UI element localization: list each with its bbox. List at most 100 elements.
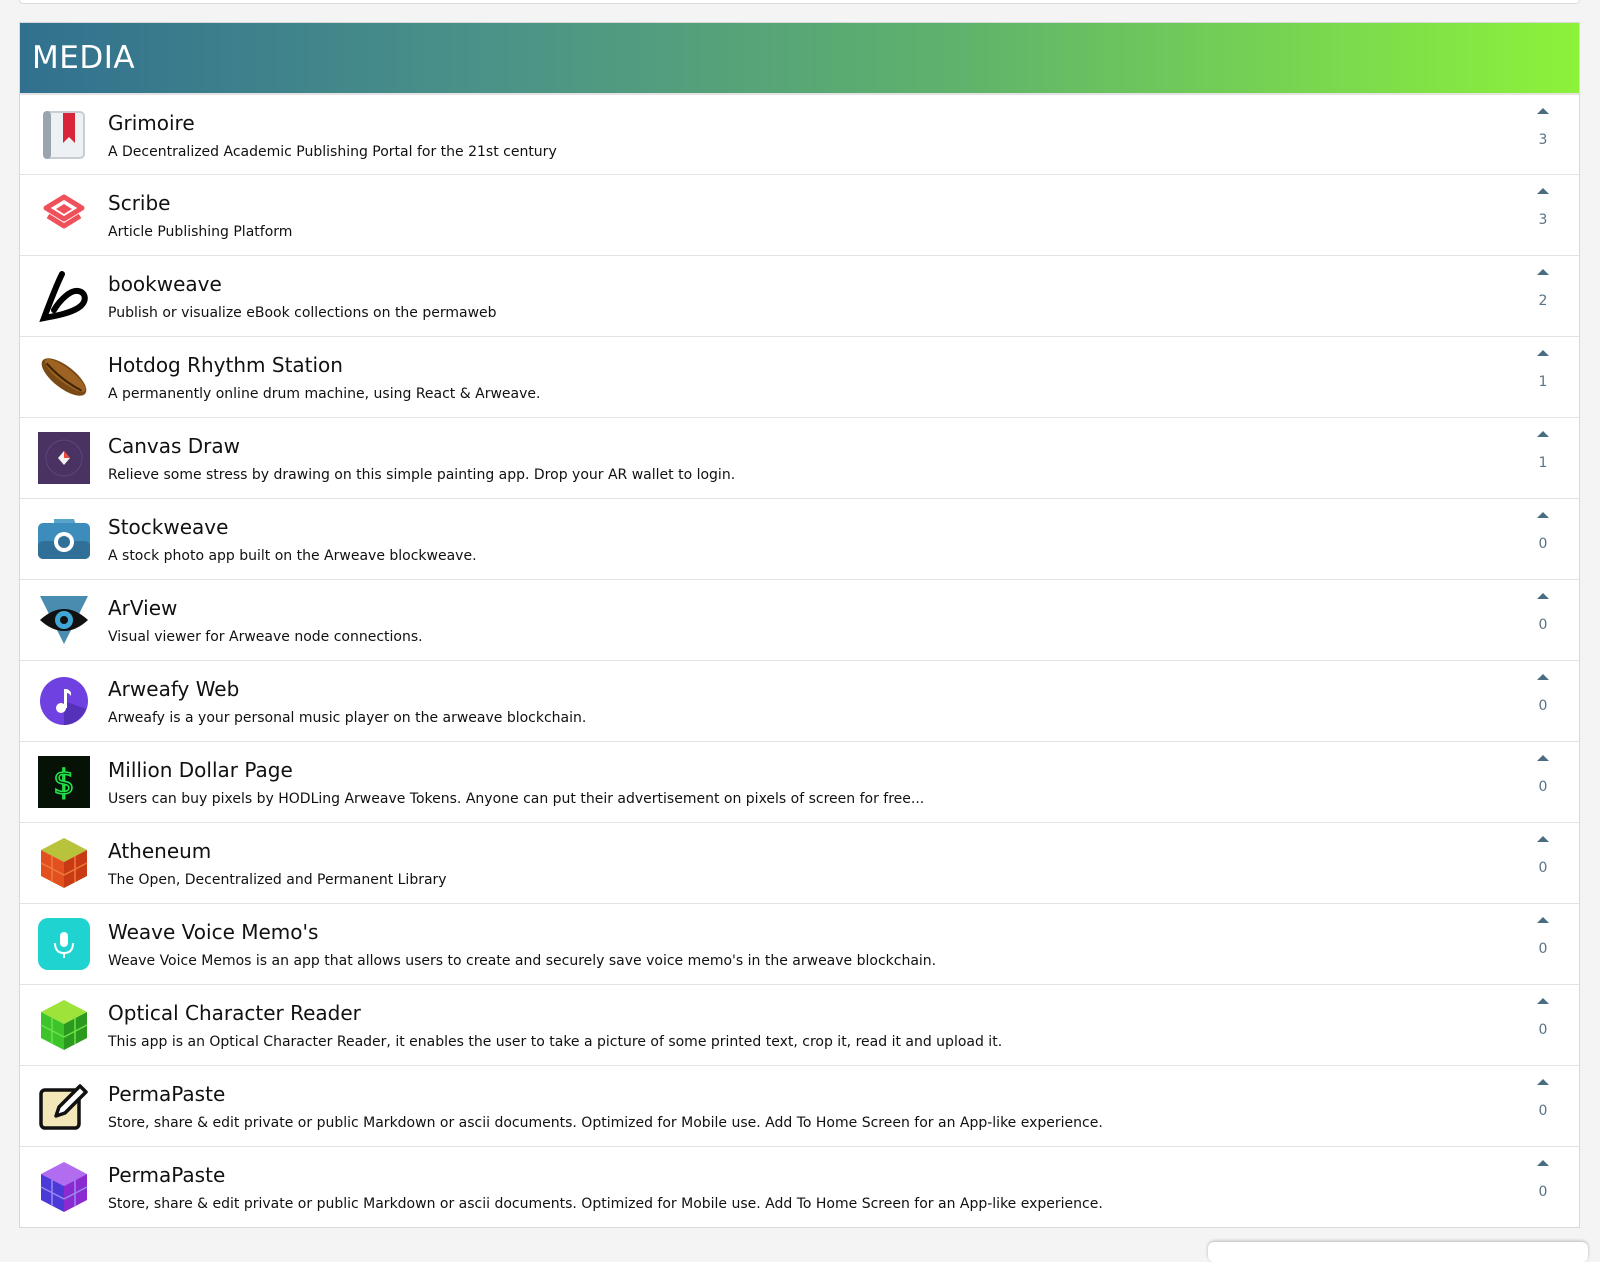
upvote-icon[interactable]	[1537, 1079, 1549, 1085]
vote-widget: 0	[1533, 1157, 1553, 1200]
vote-count: 0	[1538, 617, 1548, 633]
upvote-icon[interactable]	[1537, 755, 1549, 761]
app-name[interactable]: Canvas Draw	[108, 434, 240, 458]
previous-section-card	[19, 0, 1580, 4]
app-name[interactable]: Scribe	[108, 191, 170, 215]
app-name[interactable]: Million Dollar Page	[108, 758, 293, 782]
vote-widget: 0	[1533, 1076, 1553, 1119]
app-list-item[interactable]: Atheneum The Open, Decentralized and Per…	[20, 822, 1579, 903]
vote-count: 2	[1538, 293, 1548, 309]
app-list-item[interactable]: Stockweave A stock photo app built on th…	[20, 498, 1579, 579]
floating-card-edge	[1208, 1242, 1588, 1262]
app-name[interactable]: Weave Voice Memo's	[108, 920, 318, 944]
app-name[interactable]: Hotdog Rhythm Station	[108, 353, 343, 377]
app-description: This app is an Optical Character Reader,…	[108, 1034, 1003, 1050]
upvote-icon[interactable]	[1537, 674, 1549, 680]
upvote-icon[interactable]	[1537, 108, 1549, 114]
vote-count: 3	[1538, 212, 1548, 228]
vote-count: 0	[1538, 536, 1548, 552]
vote-widget: 0	[1533, 671, 1553, 714]
purple-cube-icon	[38, 1161, 90, 1213]
app-name[interactable]: Arweafy Web	[108, 677, 239, 701]
vote-widget: 0	[1533, 752, 1553, 795]
vote-count: 0	[1538, 698, 1548, 714]
app-name[interactable]: Grimoire	[108, 111, 195, 135]
vote-count: 0	[1538, 1184, 1548, 1200]
app-list-item[interactable]: PermaPaste Store, share & edit private o…	[20, 1065, 1579, 1146]
app-name[interactable]: PermaPaste	[108, 1163, 225, 1187]
green-cube-icon	[38, 999, 90, 1051]
app-list-item[interactable]: $ Million Dollar Page Users can buy pixe…	[20, 741, 1579, 822]
dollar-sign-icon: $	[38, 756, 90, 808]
vote-widget: 3	[1533, 105, 1553, 148]
app-name[interactable]: Optical Character Reader	[108, 1001, 361, 1025]
vote-count: 0	[1538, 1103, 1548, 1119]
upvote-icon[interactable]	[1537, 917, 1549, 923]
upvote-icon[interactable]	[1537, 998, 1549, 1004]
app-description: A Decentralized Academic Publishing Port…	[108, 144, 557, 160]
section-header: MEDIA	[20, 23, 1579, 93]
vote-count: 0	[1538, 860, 1548, 876]
upvote-icon[interactable]	[1537, 431, 1549, 437]
vote-count: 0	[1538, 1022, 1548, 1038]
letter-b-icon	[38, 270, 90, 322]
vote-widget: 0	[1533, 995, 1553, 1038]
vote-widget: 0	[1533, 833, 1553, 876]
edit-pencil-icon	[38, 1080, 90, 1132]
upvote-icon[interactable]	[1537, 350, 1549, 356]
microphone-icon	[38, 918, 90, 970]
vote-count: 0	[1538, 941, 1548, 957]
app-list-item[interactable]: PermaPaste Store, share & edit private o…	[20, 1146, 1579, 1227]
vote-count: 1	[1538, 374, 1548, 390]
app-description: Store, share & edit private or public Ma…	[108, 1115, 1103, 1131]
vote-count: 1	[1538, 455, 1548, 471]
media-section: MEDIA Grimoire A Decentralized Academic …	[19, 22, 1580, 1228]
app-list-item[interactable]: Scribe Article Publishing Platform 3	[20, 174, 1579, 255]
app-name[interactable]: PermaPaste	[108, 1082, 225, 1106]
app-list-item[interactable]: Arweafy Web Arweafy is a your personal m…	[20, 660, 1579, 741]
section-title: MEDIA	[32, 40, 136, 76]
red-cube-icon	[38, 837, 90, 889]
app-description: Article Publishing Platform	[108, 224, 293, 240]
vote-count: 0	[1538, 779, 1548, 795]
app-list-item[interactable]: Hotdog Rhythm Station A permanently onli…	[20, 336, 1579, 417]
upvote-icon[interactable]	[1537, 269, 1549, 275]
vote-widget: 1	[1533, 428, 1553, 471]
upvote-icon[interactable]	[1537, 512, 1549, 518]
app-description: Arweafy is a your personal music player …	[108, 710, 587, 726]
vote-widget: 2	[1533, 266, 1553, 309]
vote-widget: 0	[1533, 509, 1553, 552]
book-bookmark-icon	[38, 109, 90, 161]
app-description: Visual viewer for Arweave node connectio…	[108, 629, 423, 645]
upvote-icon[interactable]	[1537, 836, 1549, 842]
eye-icon	[38, 594, 90, 646]
app-description: A permanently online drum machine, using…	[108, 386, 541, 402]
app-description: Store, share & edit private or public Ma…	[108, 1196, 1103, 1212]
app-description: Publish or visualize eBook collections o…	[108, 305, 497, 321]
canvas-icon	[38, 432, 90, 484]
app-list-item[interactable]: bookweave Publish or visualize eBook col…	[20, 255, 1579, 336]
svg-text:$: $	[53, 763, 75, 803]
upvote-icon[interactable]	[1537, 188, 1549, 194]
app-description: Users can buy pixels by HODLing Arweave …	[108, 791, 925, 807]
app-name[interactable]: Stockweave	[108, 515, 228, 539]
layers-icon	[38, 189, 90, 241]
app-description: Weave Voice Memos is an app that allows …	[108, 953, 937, 969]
music-note-icon	[38, 675, 90, 727]
upvote-icon[interactable]	[1537, 593, 1549, 599]
app-name[interactable]: Atheneum	[108, 839, 211, 863]
app-description: Relieve some stress by drawing on this s…	[108, 467, 736, 483]
vote-widget: 1	[1533, 347, 1553, 390]
app-list-item[interactable]: Grimoire A Decentralized Academic Publis…	[20, 93, 1579, 174]
hotdog-icon	[38, 351, 90, 403]
vote-count: 3	[1538, 132, 1548, 148]
app-name[interactable]: bookweave	[108, 272, 222, 296]
app-description: The Open, Decentralized and Permanent Li…	[108, 872, 447, 888]
app-list-item[interactable]: ArView Visual viewer for Arweave node co…	[20, 579, 1579, 660]
app-name[interactable]: ArView	[108, 596, 177, 620]
app-list-item[interactable]: Optical Character Reader This app is an …	[20, 984, 1579, 1065]
upvote-icon[interactable]	[1537, 1160, 1549, 1166]
app-list-item[interactable]: Canvas Draw Relieve some stress by drawi…	[20, 417, 1579, 498]
app-list-item[interactable]: Weave Voice Memo's Weave Voice Memos is …	[20, 903, 1579, 984]
vote-widget: 0	[1533, 590, 1553, 633]
